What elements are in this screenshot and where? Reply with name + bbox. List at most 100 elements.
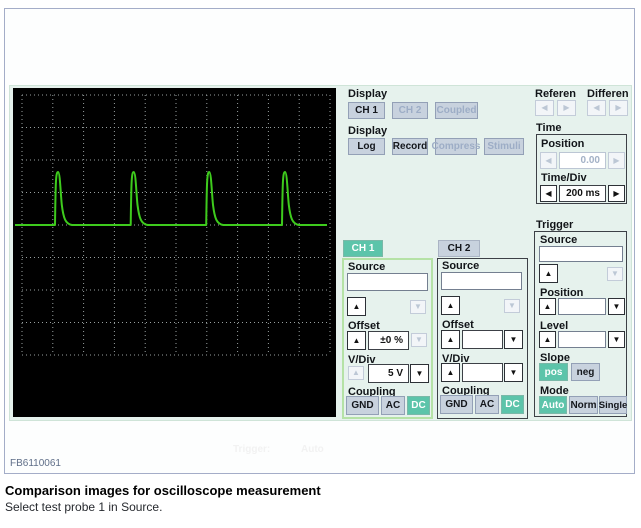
ch2-source-label: Source <box>442 260 480 272</box>
down-arrow-icon: ▼ <box>509 334 518 344</box>
reference-title: Referen <box>535 88 576 100</box>
time-div-increment-button[interactable]: ▶ <box>608 185 625 202</box>
trigger-level-up-button[interactable]: ▲ <box>539 331 556 348</box>
ch2-offset-value <box>462 330 503 349</box>
ch2-source-up-button[interactable]: ▲ <box>441 296 460 315</box>
trigger-position-down-button[interactable]: ▼ <box>608 298 625 315</box>
down-arrow-icon: ▼ <box>611 269 619 278</box>
ch2-vdiv-up-button[interactable]: ▲ <box>441 363 460 382</box>
up-arrow-icon: ▲ <box>446 367 455 377</box>
ch1-source-label: Source <box>348 261 386 273</box>
display-channels-title: Display <box>348 88 388 100</box>
ch2-coupling-dc-button[interactable]: DC <box>501 395 524 414</box>
trigger-source-input[interactable] <box>539 246 623 262</box>
display-ch1-button[interactable]: CH 1 <box>348 102 385 119</box>
right-arrow-icon: ▶ <box>613 155 620 165</box>
trigger-slope-pos-button[interactable]: pos <box>539 363 568 381</box>
time-position-decrement-button[interactable]: ◀ <box>540 152 557 169</box>
right-arrow-icon: ▶ <box>615 103 622 112</box>
trigger-source-down-button[interactable]: ▼ <box>607 267 623 281</box>
display-ch2-button[interactable]: CH 2 <box>392 102 428 119</box>
left-arrow-icon: ◀ <box>593 103 600 112</box>
display-modes-title: Display <box>348 125 388 137</box>
trigger-group-title: Trigger <box>536 219 574 231</box>
trigger-position-up-button[interactable]: ▲ <box>539 298 556 315</box>
trigger-level-input[interactable] <box>558 331 606 348</box>
trigger-mode-auto-button[interactable]: Auto <box>539 396 567 414</box>
up-arrow-icon: ▲ <box>352 301 361 311</box>
ch1-vdiv-down-button[interactable]: ▼ <box>410 364 429 383</box>
right-arrow-icon: ▶ <box>563 103 570 112</box>
up-arrow-icon: ▲ <box>543 301 552 311</box>
difference-prev-button[interactable]: ◀ <box>587 100 606 116</box>
caption-title: Comparison images for oscilloscope measu… <box>5 483 321 498</box>
tab-ch2[interactable]: CH 2 <box>438 240 480 257</box>
up-arrow-icon: ▲ <box>446 300 455 310</box>
display-record-button[interactable]: Record <box>392 138 428 155</box>
ch2-source-input[interactable] <box>441 272 522 290</box>
reference-prev-button[interactable]: ◀ <box>535 100 554 116</box>
display-compress-button[interactable]: Compress <box>432 138 480 155</box>
scope-display: Trigger: Auto <box>13 88 336 455</box>
ch1-coupling-ac-button[interactable]: AC <box>381 396 405 415</box>
up-arrow-icon: ▲ <box>352 368 360 377</box>
trigger-mode-single-button[interactable]: Single <box>599 396 627 414</box>
ch1-offset-up-button[interactable]: ▲ <box>347 331 366 350</box>
scope-svg <box>15 94 331 356</box>
ch1-coupling-gnd-button[interactable]: GND <box>346 396 379 415</box>
ch1-coupling-dc-button[interactable]: DC <box>407 396 430 415</box>
time-group-title: Time <box>536 122 562 134</box>
down-arrow-icon: ▼ <box>509 367 518 377</box>
difference-title: Differen <box>587 88 629 100</box>
trigger-mode-norm-button[interactable]: Norm <box>569 396 598 414</box>
right-arrow-icon: ▶ <box>613 188 620 198</box>
ch2-offset-up-button[interactable]: ▲ <box>441 330 460 349</box>
ch1-source-input[interactable] <box>347 273 428 291</box>
ch2-vdiv-down-button[interactable]: ▼ <box>504 363 523 382</box>
reference-next-button[interactable]: ▶ <box>557 100 576 116</box>
ch2-panel: Source ▲ ▼ Offset ▲ ▼ V/Div ▲ ▼ Coupling… <box>437 258 528 419</box>
up-arrow-icon: ▲ <box>446 334 455 344</box>
time-position-value: 0.00 <box>559 152 606 169</box>
trigger-slope-neg-button[interactable]: neg <box>571 363 600 381</box>
ch1-vdiv-up-button[interactable]: ▲ <box>348 366 364 380</box>
down-arrow-icon: ▼ <box>414 302 422 311</box>
figure-id-label: FB6110061 <box>10 458 61 469</box>
ch1-offset-down-button[interactable]: ▼ <box>411 333 427 347</box>
left-arrow-icon: ◀ <box>545 188 552 198</box>
display-stimuli-button[interactable]: Stimuli <box>484 138 524 155</box>
ch1-source-up-button[interactable]: ▲ <box>347 297 366 316</box>
trigger-source-up-button[interactable]: ▲ <box>539 264 558 283</box>
ch1-source-down-button[interactable]: ▼ <box>410 300 426 314</box>
left-arrow-icon: ◀ <box>541 103 548 112</box>
time-position-increment-button[interactable]: ▶ <box>608 152 625 169</box>
display-log-button[interactable]: Log <box>348 138 385 155</box>
ch1-offset-value: ±0 % <box>368 331 409 350</box>
down-arrow-icon: ▼ <box>415 368 424 378</box>
caption-subtitle: Select test probe 1 in Source. <box>5 500 163 514</box>
time-div-decrement-button[interactable]: ◀ <box>540 185 557 202</box>
trigger-source-label: Source <box>540 234 578 246</box>
up-arrow-icon: ▲ <box>543 334 552 344</box>
down-arrow-icon: ▼ <box>415 335 423 344</box>
oscilloscope-app-screenshot: Trigger: Auto Display CH 1 CH 2 Coupled … <box>9 85 632 455</box>
up-arrow-icon: ▲ <box>352 335 361 345</box>
ch2-vdiv-value <box>462 363 503 382</box>
left-arrow-icon: ◀ <box>545 155 552 165</box>
down-arrow-icon: ▼ <box>508 301 516 310</box>
tab-ch1[interactable]: CH 1 <box>343 240 383 257</box>
ch1-panel: Source ▲ ▼ Offset ▲ ±0 % ▼ V/Div ▲ 5 V ▼… <box>342 258 433 419</box>
trigger-level-down-button[interactable]: ▼ <box>608 331 625 348</box>
down-arrow-icon: ▼ <box>612 301 621 311</box>
ch1-vdiv-value: 5 V <box>368 364 409 383</box>
time-position-label: Position <box>541 138 585 150</box>
ch2-coupling-gnd-button[interactable]: GND <box>440 395 473 414</box>
scope-trigger-status-value: Auto <box>301 444 324 455</box>
difference-next-button[interactable]: ▶ <box>609 100 628 116</box>
trigger-position-input[interactable] <box>558 298 606 315</box>
ch2-offset-down-button[interactable]: ▼ <box>504 330 523 349</box>
display-coupled-button[interactable]: Coupled <box>435 102 478 119</box>
ch2-source-down-button[interactable]: ▼ <box>504 299 520 313</box>
ch2-coupling-ac-button[interactable]: AC <box>475 395 499 414</box>
scope-trigger-status-label: Trigger: <box>233 444 271 455</box>
